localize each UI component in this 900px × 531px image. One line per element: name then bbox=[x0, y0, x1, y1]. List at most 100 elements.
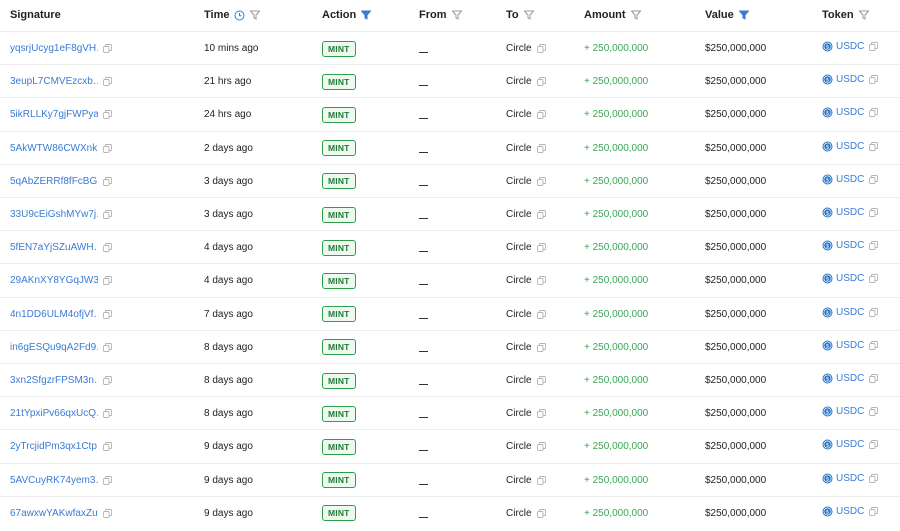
signature-link[interactable]: in6gESQu9qA2Fd9… bbox=[10, 342, 98, 353]
copy-icon[interactable] bbox=[869, 108, 879, 118]
copy-icon[interactable] bbox=[536, 176, 546, 186]
copy-icon[interactable] bbox=[869, 473, 879, 483]
to-text[interactable]: Circle bbox=[506, 375, 532, 386]
copy-icon[interactable] bbox=[869, 440, 879, 450]
token-link[interactable]: USDC bbox=[836, 373, 864, 384]
signature-link[interactable]: 67awxwYAKwfaxZu… bbox=[10, 508, 98, 519]
copy-icon[interactable] bbox=[103, 376, 112, 385]
signature-link[interactable]: 29AKnXY8YGqJW3… bbox=[10, 275, 98, 286]
token-link[interactable]: USDC bbox=[836, 506, 864, 517]
copy-icon[interactable] bbox=[536, 309, 546, 319]
table-row[interactable]: 29AKnXY8YGqJW3… 4 days ago MINT Circle + 250… bbox=[0, 263, 900, 296]
table-row[interactable]: 2yTrcjidPm3qx1Ctp… 9 days ago MINT Circle + … bbox=[0, 429, 900, 462]
to-text[interactable]: Circle bbox=[506, 508, 532, 519]
copy-icon[interactable] bbox=[869, 42, 879, 51]
token-link[interactable]: USDC bbox=[836, 240, 864, 251]
signature-link[interactable]: yqsrjUcyg1eF8gVH… bbox=[10, 43, 98, 54]
table-row[interactable]: 67awxwYAKwfaxZu… 9 days ago MINT Circle + 25… bbox=[0, 495, 900, 529]
copy-icon[interactable] bbox=[536, 143, 546, 153]
to-text[interactable]: Circle bbox=[506, 408, 532, 419]
table-row[interactable]: 5AVCuyRK74yem3… 9 days ago MINT Circle + 250… bbox=[0, 462, 900, 496]
signature-link[interactable]: 2yTrcjidPm3qx1Ctp… bbox=[10, 441, 98, 452]
copy-icon[interactable] bbox=[103, 442, 112, 452]
copy-icon[interactable] bbox=[536, 243, 546, 253]
to-text[interactable]: Circle bbox=[506, 242, 532, 253]
copy-icon[interactable] bbox=[536, 342, 546, 352]
copy-icon[interactable] bbox=[103, 176, 112, 186]
to-text[interactable]: Circle bbox=[506, 441, 532, 452]
to-text[interactable]: Circle bbox=[506, 209, 532, 220]
copy-icon[interactable] bbox=[869, 307, 879, 317]
filter-icon[interactable] bbox=[451, 10, 462, 20]
copy-icon[interactable] bbox=[103, 210, 112, 219]
copy-icon[interactable] bbox=[536, 376, 546, 385]
copy-icon[interactable] bbox=[536, 409, 546, 419]
copy-icon[interactable] bbox=[103, 508, 112, 518]
token-link[interactable]: USDC bbox=[836, 340, 864, 351]
table-row[interactable]: 5fEN7aYjSZuAWH… 4 days ago MINT Circle + 250… bbox=[0, 230, 900, 263]
copy-icon[interactable] bbox=[103, 475, 112, 485]
to-text[interactable]: Circle bbox=[506, 43, 532, 54]
to-text[interactable]: Circle bbox=[506, 109, 532, 120]
table-row[interactable]: 5AkWTW86CWXnk… 2 days ago MINT Circle + 250,… bbox=[0, 130, 900, 164]
token-link[interactable]: USDC bbox=[836, 174, 864, 185]
table-row[interactable]: yqsrjUcyg1eF8gVH… 10 mins ago MINT Circle + … bbox=[0, 31, 900, 64]
clock-icon[interactable] bbox=[234, 10, 245, 21]
signature-link[interactable]: 5AkWTW86CWXnk… bbox=[10, 143, 98, 154]
signature-link[interactable]: 33U9cEiGshMYw7j… bbox=[10, 209, 98, 220]
token-link[interactable]: USDC bbox=[836, 74, 864, 85]
to-text[interactable]: Circle bbox=[506, 176, 532, 187]
signature-link[interactable]: 21tYpxiPv66qxUcQ… bbox=[10, 408, 98, 419]
table-row[interactable]: 3eupL7CMVEzcxb… 21 hrs ago MINT Circle + 250… bbox=[0, 64, 900, 97]
copy-icon[interactable] bbox=[103, 276, 112, 286]
table-row[interactable]: 21tYpxiPv66qxUcQ… 8 days ago MINT Circle + 2… bbox=[0, 396, 900, 429]
copy-icon[interactable] bbox=[103, 342, 112, 352]
to-text[interactable]: Circle bbox=[506, 76, 532, 87]
filter-icon[interactable] bbox=[738, 10, 749, 20]
copy-icon[interactable] bbox=[869, 75, 879, 85]
signature-link[interactable]: 3eupL7CMVEzcxb… bbox=[10, 76, 98, 87]
to-text[interactable]: Circle bbox=[506, 342, 532, 353]
filter-icon[interactable] bbox=[858, 10, 869, 20]
token-link[interactable]: USDC bbox=[836, 41, 864, 52]
copy-icon[interactable] bbox=[103, 309, 112, 319]
filter-icon[interactable] bbox=[630, 10, 641, 20]
copy-icon[interactable] bbox=[536, 442, 546, 452]
table-row[interactable]: 33U9cEiGshMYw7j… 3 days ago MINT Circle + 25… bbox=[0, 197, 900, 230]
signature-link[interactable]: 5fEN7aYjSZuAWH… bbox=[10, 242, 98, 253]
table-row[interactable]: 5ikRLLKy7gjFWPya… 24 hrs ago MINT Circle + 2… bbox=[0, 97, 900, 130]
table-row[interactable]: in6gESQu9qA2Fd9… 8 days ago MINT Circle + 25… bbox=[0, 329, 900, 363]
copy-icon[interactable] bbox=[103, 409, 112, 419]
signature-link[interactable]: 5AVCuyRK74yem3… bbox=[10, 475, 98, 486]
copy-icon[interactable] bbox=[536, 44, 546, 53]
copy-icon[interactable] bbox=[869, 340, 879, 350]
copy-icon[interactable] bbox=[536, 276, 546, 286]
token-link[interactable]: USDC bbox=[836, 439, 864, 450]
copy-icon[interactable] bbox=[869, 174, 879, 184]
copy-icon[interactable] bbox=[103, 243, 112, 253]
copy-icon[interactable] bbox=[869, 274, 879, 284]
filter-icon[interactable] bbox=[250, 10, 261, 20]
token-link[interactable]: USDC bbox=[836, 207, 864, 218]
copy-icon[interactable] bbox=[869, 407, 879, 417]
token-link[interactable]: USDC bbox=[836, 406, 864, 417]
copy-icon[interactable] bbox=[536, 508, 546, 518]
to-text[interactable]: Circle bbox=[506, 143, 532, 154]
to-text[interactable]: Circle bbox=[506, 475, 532, 486]
token-link[interactable]: USDC bbox=[836, 473, 864, 484]
copy-icon[interactable] bbox=[103, 77, 112, 87]
signature-link[interactable]: 5qAbZERRf8fFcBG… bbox=[10, 176, 98, 187]
copy-icon[interactable] bbox=[869, 208, 879, 217]
copy-icon[interactable] bbox=[869, 506, 879, 516]
filter-icon[interactable] bbox=[361, 10, 372, 20]
copy-icon[interactable] bbox=[536, 77, 546, 87]
token-link[interactable]: USDC bbox=[836, 307, 864, 318]
table-row[interactable]: 3xn2SfgzrFPSM3n… 8 days ago MINT Circle + 25… bbox=[0, 363, 900, 396]
copy-icon[interactable] bbox=[869, 241, 879, 251]
copy-icon[interactable] bbox=[536, 210, 546, 219]
to-text[interactable]: Circle bbox=[506, 275, 532, 286]
token-link[interactable]: USDC bbox=[836, 141, 864, 152]
table-row[interactable]: 4n1DD6ULM4ofjVf… 7 days ago MINT Circle + 25… bbox=[0, 296, 900, 330]
copy-icon[interactable] bbox=[536, 110, 546, 120]
token-link[interactable]: USDC bbox=[836, 273, 864, 284]
